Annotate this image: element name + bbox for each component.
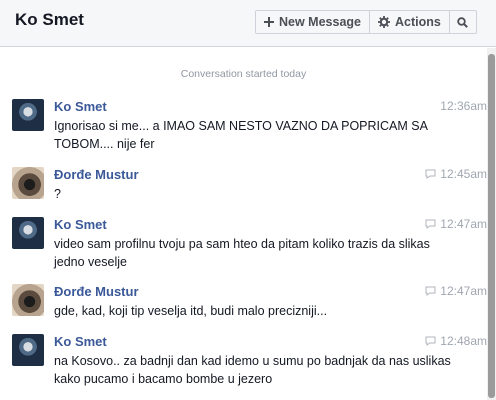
header-toolbar: New Message Actions <box>255 10 477 34</box>
actions-label: Actions <box>394 15 441 29</box>
new-message-label: New Message <box>279 15 361 29</box>
actions-button[interactable]: Actions <box>368 10 450 34</box>
message-timestamp: 12:47am <box>425 284 487 298</box>
message-timestamp: 12:36am <box>440 99 487 113</box>
avatar[interactable] <box>12 284 44 316</box>
conversation-started-label: Conversation started today <box>180 68 307 80</box>
message-timestamp: 12:48am <box>425 334 487 348</box>
avatar[interactable] <box>12 334 44 366</box>
avatar[interactable] <box>12 99 44 131</box>
message-text: na Kosovo.. za badnji dan kad idemo u su… <box>54 354 451 386</box>
reply-icon <box>425 219 436 229</box>
message-text: video sam profilnu tvoju pa sam hteo da … <box>54 237 430 269</box>
gear-icon <box>377 16 390 28</box>
message-timestamp: 12:45am <box>425 167 487 181</box>
search-button[interactable] <box>448 10 477 34</box>
message-item: Đorđe Mustur 12:47am gde, kad, koji tip … <box>12 284 487 324</box>
timestamp-text: 12:48am <box>440 334 487 348</box>
reply-icon <box>425 286 436 296</box>
timestamp-text: 12:47am <box>440 217 487 231</box>
sender-name[interactable]: Đorđe Mustur <box>54 167 139 182</box>
conversation-header: Ko Smet New Message Actions <box>0 0 496 47</box>
plus-icon <box>264 17 274 27</box>
reply-icon <box>425 169 436 179</box>
conversation-title: Ko Smet <box>15 10 84 29</box>
new-message-button[interactable]: New Message <box>255 10 370 34</box>
message-text: ? <box>54 187 61 201</box>
message-item: Đorđe Mustur 12:45am ? <box>12 167 487 207</box>
message-text: gde, kad, koji tip veselja itd, budi mal… <box>54 304 328 318</box>
message-text: Ignorisao si me... a IMAO SAM NESTO VAZN… <box>54 119 428 151</box>
message-timestamp: 12:47am <box>425 217 487 231</box>
timestamp-text: 12:36am <box>440 99 487 113</box>
scrollbar-thumb[interactable] <box>488 54 495 398</box>
search-icon <box>457 16 469 28</box>
scrollbar[interactable] <box>487 48 496 400</box>
message-item: Ko Smet 12:36am Ignorisao si me... a IMA… <box>12 99 487 151</box>
message-item: Ko Smet 12:48am na Kosovo.. za badnji da… <box>12 334 487 390</box>
sender-name[interactable]: Ko Smet <box>54 217 107 232</box>
message-list[interactable]: Conversation started today Ko Smet 12:36… <box>0 48 496 400</box>
timestamp-text: 12:45am <box>440 167 487 181</box>
sender-name[interactable]: Ko Smet <box>54 99 107 114</box>
avatar[interactable] <box>12 217 44 249</box>
avatar[interactable] <box>12 167 44 199</box>
sender-name[interactable]: Đorđe Mustur <box>54 284 139 299</box>
sender-name[interactable]: Ko Smet <box>54 334 107 349</box>
timestamp-text: 12:47am <box>440 284 487 298</box>
message-item: Ko Smet 12:47am video sam profilnu tvoju… <box>12 217 487 269</box>
reply-icon <box>425 336 436 346</box>
